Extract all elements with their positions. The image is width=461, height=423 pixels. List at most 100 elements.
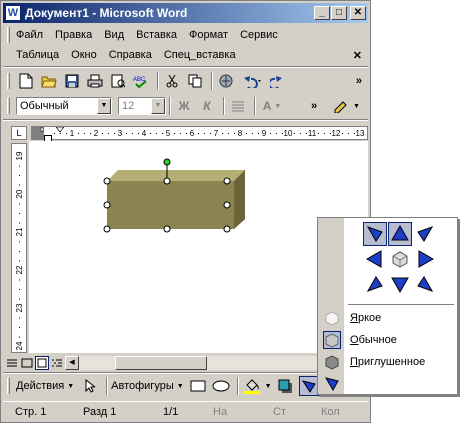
menu-bar: Файл Правка Вид Вставка Формат Сервис (3, 25, 368, 45)
undo-icon[interactable] (239, 71, 265, 91)
horizontal-scrollbar[interactable] (79, 356, 329, 370)
autoshapes-dropdown-icon[interactable]: ▼ (177, 383, 184, 390)
light-direction-right-icon[interactable] (413, 247, 437, 271)
open-folder-icon[interactable] (39, 71, 59, 91)
light-direction-left-icon[interactable] (363, 247, 387, 271)
highlighter-icon[interactable] (331, 96, 351, 116)
formatting-grip[interactable] (7, 98, 10, 114)
web-view-icon[interactable] (20, 356, 34, 370)
shape-3d-front[interactable] (107, 181, 234, 229)
light-direction-front-icon[interactable] (388, 247, 412, 271)
ruler-number: 3 (118, 129, 123, 138)
rectangle-icon[interactable] (188, 376, 208, 396)
style-dropdown-arrow-icon[interactable]: ▼ (97, 98, 111, 114)
normal-light-icon (323, 331, 341, 349)
copy-icon[interactable] (185, 71, 205, 91)
3d-style-small-icon (323, 375, 341, 393)
menu-insert[interactable]: Вставка (136, 29, 177, 41)
autoshapes-menu[interactable]: Автофигуры (111, 380, 174, 392)
scroll-thumb[interactable] (115, 356, 207, 370)
rotate-handle[interactable] (163, 158, 171, 166)
status-line: Ст (273, 405, 286, 418)
menu-paste-special[interactable]: Спец_вставка (164, 49, 236, 61)
drawing-grip[interactable] (7, 378, 10, 394)
horizontal-ruler[interactable]: 1 2 3 4 5 6 7 8 9 10 11 12 13 (31, 126, 368, 143)
3d-style-icon[interactable] (298, 376, 319, 396)
print-icon[interactable] (85, 71, 105, 91)
ruler-number: 12 (332, 129, 341, 138)
resize-handle[interactable] (103, 177, 111, 185)
scroll-left-icon[interactable]: ◀ (65, 356, 79, 370)
ruler-number: 5 (166, 129, 171, 138)
status-pages: 1/1 (163, 405, 179, 418)
menu-file[interactable]: Файл (16, 29, 43, 41)
word-app-icon[interactable]: W (5, 5, 21, 21)
resize-handle[interactable] (163, 225, 171, 233)
resize-handle[interactable] (223, 201, 231, 209)
font-size-value: 12 (122, 100, 135, 112)
spelling-icon[interactable]: ABC (131, 71, 151, 91)
tab-selector[interactable]: L (11, 126, 27, 140)
align-justify-icon[interactable] (228, 96, 248, 116)
italic-button[interactable]: К (197, 96, 217, 116)
outline-view-icon[interactable] (50, 356, 64, 370)
resize-handle[interactable] (223, 177, 231, 185)
bright-light-icon (323, 309, 341, 327)
light-direction-top-left-icon[interactable] (363, 222, 387, 246)
font-size-combo[interactable]: 12 ▼ (118, 97, 166, 115)
menu-edit[interactable]: Правка (55, 29, 92, 41)
formatting-overflow-icon[interactable]: » (311, 100, 317, 112)
minimize-button[interactable]: _ (314, 6, 330, 20)
status-col: Кол (321, 405, 340, 418)
fill-color-dropdown-icon[interactable]: ▼ (265, 383, 272, 390)
actions-menu[interactable]: Действия (16, 380, 64, 392)
insert-hyperlink-icon[interactable] (216, 71, 236, 91)
print-layout-view-icon[interactable] (35, 356, 49, 370)
menu-view[interactable]: Вид (104, 29, 124, 41)
shadow-icon[interactable] (276, 376, 296, 396)
light-direction-top-icon[interactable] (388, 222, 412, 246)
maximize-button[interactable]: □ (331, 6, 347, 20)
popup-3d-style-button[interactable] (318, 373, 457, 395)
window-title: Документ1 - Microsoft Word (25, 6, 188, 20)
bold-button[interactable]: Ж (174, 96, 194, 116)
light-direction-bottom-left-icon[interactable] (363, 272, 387, 296)
resize-handle[interactable] (103, 201, 111, 209)
font-color-button[interactable]: A ▼ (259, 96, 285, 116)
menu-format[interactable]: Формат (189, 29, 228, 41)
menu-close-icon[interactable]: ✕ (353, 49, 362, 62)
toolbar-grip[interactable] (7, 73, 10, 89)
font-size-dropdown-arrow-icon[interactable]: ▼ (151, 98, 165, 114)
cut-icon[interactable] (162, 71, 182, 91)
vertical-ruler[interactable]: 19 20 21 22 23 24 (11, 143, 27, 376)
oval-icon[interactable] (211, 376, 231, 396)
menu-table[interactable]: Таблица (16, 49, 59, 61)
select-objects-icon[interactable] (80, 376, 100, 396)
menu-window[interactable]: Окно (71, 49, 97, 61)
menu-tools[interactable]: Сервис (240, 29, 278, 41)
status-page: Стр. 1 (15, 405, 47, 418)
resize-handle[interactable] (223, 225, 231, 233)
resize-handle[interactable] (103, 225, 111, 233)
save-icon[interactable] (62, 71, 82, 91)
menu-grip[interactable] (7, 27, 10, 43)
close-button[interactable]: ✕ (350, 6, 366, 20)
title-bar[interactable]: W Документ1 - Microsoft Word _ □ ✕ (3, 3, 368, 23)
normal-view-icon[interactable] (5, 356, 19, 370)
redo-icon[interactable] (268, 71, 288, 91)
print-preview-icon[interactable] (108, 71, 128, 91)
menu-help[interactable]: Справка (109, 49, 152, 61)
light-direction-bottom-right-icon[interactable] (413, 272, 437, 296)
style-combo[interactable]: Обычный ▼ (16, 97, 112, 115)
lighting-dim-option[interactable]: Приглушенное (318, 351, 457, 373)
actions-dropdown-icon[interactable]: ▼ (67, 383, 74, 390)
new-document-icon[interactable] (16, 71, 36, 91)
lighting-normal-option[interactable]: Обычное (318, 329, 457, 351)
toolbar-overflow-icon[interactable]: » (356, 75, 362, 87)
highlighter-dropdown-icon[interactable]: ▼ (353, 103, 360, 110)
light-direction-bottom-icon[interactable] (388, 272, 412, 296)
resize-handle[interactable] (163, 177, 171, 185)
fill-color-icon[interactable] (242, 376, 262, 396)
light-direction-top-right-icon[interactable] (413, 222, 437, 246)
lighting-bright-option[interactable]: Яркое (318, 307, 457, 329)
